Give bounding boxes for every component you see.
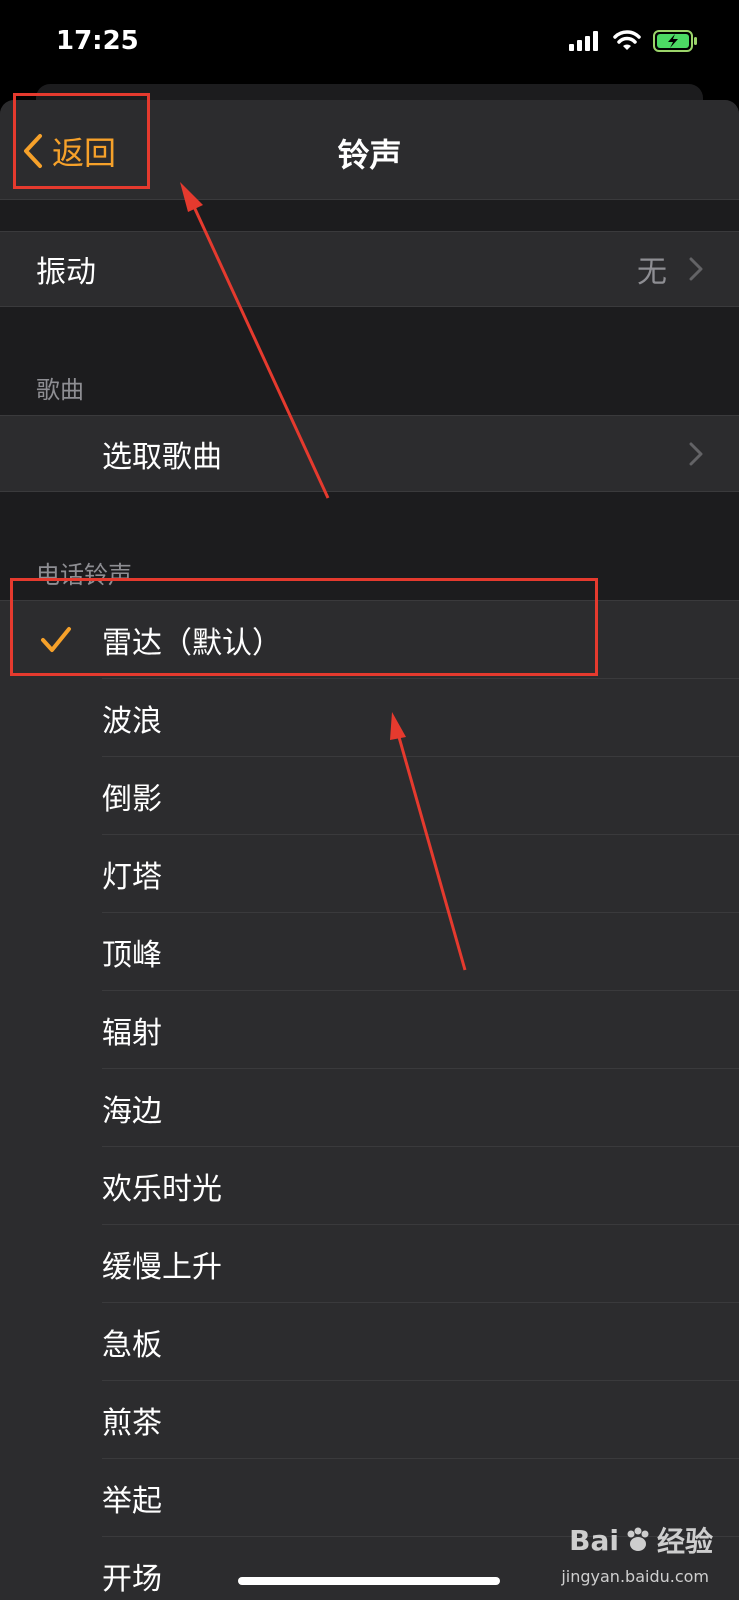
ringtone-label: 急板 — [102, 1328, 162, 1363]
status-icons — [569, 30, 699, 52]
ringtone-label: 煎茶 — [102, 1406, 162, 1441]
navigation-bar: 返回 铃声 — [0, 100, 739, 200]
ringtone-label: 灯塔 — [102, 860, 162, 895]
ringtone-label: 举起 — [102, 1484, 162, 1519]
ringtones-section-header: 电话铃声 — [36, 561, 132, 589]
songs-section-header: 歌曲 — [36, 376, 84, 404]
chevron-right-icon — [689, 257, 703, 281]
watermark-brand: Bai — [569, 1523, 619, 1557]
ringtone-item[interactable]: 欢乐时光 — [0, 1147, 739, 1225]
ringtone-item[interactable]: 辐射 — [0, 991, 739, 1069]
ringtone-item[interactable]: 海边 — [0, 1069, 739, 1147]
ringtone-item[interactable]: 倒影 — [0, 757, 739, 835]
status-bar: 17:25 — [0, 0, 739, 84]
watermark-brand-suffix: 经验 — [656, 1525, 713, 1558]
ringtone-item[interactable]: 波浪 — [0, 679, 739, 757]
ringtone-item[interactable]: 缓慢上升 — [0, 1225, 739, 1303]
ringtone-label: 海边 — [102, 1094, 162, 1129]
vibration-value: 无 — [637, 255, 667, 290]
battery-charging-icon — [653, 30, 697, 52]
vibration-row[interactable]: 振动 无 — [0, 231, 739, 307]
ringtone-item[interactable]: 灯塔 — [0, 835, 739, 913]
ringtone-label: 欢乐时光 — [102, 1172, 222, 1207]
ringtone-list: 雷达（默认） 波浪 倒影 灯塔 顶峰 辐射 海边 欢乐时光 缓慢上升 急板 煎茶… — [0, 600, 739, 1600]
ringtone-label: 开场 — [102, 1562, 162, 1597]
ringtone-item[interactable]: 顶峰 — [0, 913, 739, 991]
paw-icon — [627, 1527, 649, 1551]
home-indicator[interactable] — [238, 1577, 500, 1585]
ringtone-label: 顶峰 — [102, 938, 162, 973]
ringtone-label: 辐射 — [102, 1016, 162, 1051]
checkmark-icon — [41, 627, 71, 652]
baidu-watermark: Bai 经验 — [569, 1520, 713, 1560]
ringtone-sheet: 返回 铃声 振动 无 歌曲 选取歌曲 电话铃声 雷达（默认） 波浪 倒影 灯塔 … — [0, 100, 739, 1600]
wifi-icon — [613, 30, 641, 50]
ringtone-label: 缓慢上升 — [102, 1250, 222, 1285]
chevron-right-icon — [689, 442, 703, 465]
ringtone-label: 倒影 — [102, 782, 162, 817]
ringtone-item[interactable]: 急板 — [0, 1303, 739, 1381]
vibration-label: 振动 — [36, 255, 96, 290]
ringtone-label: 波浪 — [102, 704, 162, 739]
pick-song-row[interactable]: 选取歌曲 — [0, 415, 739, 492]
ringtone-label: 雷达（默认） — [102, 626, 282, 661]
signal-icon — [569, 31, 598, 51]
pick-song-label: 选取歌曲 — [102, 439, 222, 475]
page-title: 铃声 — [337, 136, 402, 174]
ringtone-item-selected[interactable]: 雷达（默认） — [0, 601, 739, 679]
ringtone-item[interactable]: 煎茶 — [0, 1381, 739, 1459]
watermark-url: jingyan.baidu.com — [561, 1567, 709, 1586]
status-time: 17:25 — [56, 26, 139, 56]
